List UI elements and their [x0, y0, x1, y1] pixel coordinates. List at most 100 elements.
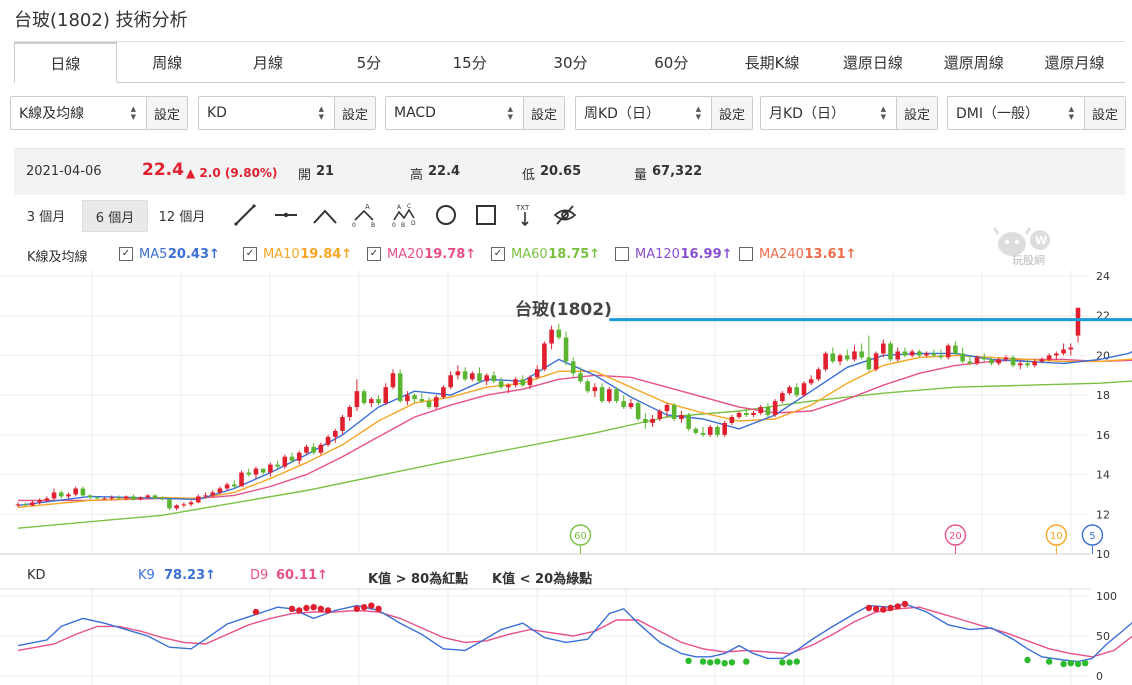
candle [924, 353, 929, 356]
candle [30, 502, 35, 506]
candle [390, 373, 396, 388]
line-tool-icon[interactable] [233, 203, 257, 227]
period-tabs: 日線 周線 月線 5分 15分 30分 60分 長期K線 還原日線 還原周線 還原月線 [14, 41, 1125, 83]
tab-6[interactable]: 60分 [621, 42, 722, 82]
d9-line [17, 606, 1132, 658]
indicator-select-3[interactable]: 周KD（日） ▲ ▼ 設定 [575, 96, 753, 130]
abcd-pattern-icon[interactable]: A C 0 B D [392, 203, 416, 227]
rectangle-tool-icon[interactable] [474, 203, 498, 227]
ma-checkbox[interactable]: ✓ [491, 247, 505, 261]
ma-marker-label: 60 [574, 531, 587, 542]
candle [578, 373, 583, 382]
oversold-dot [793, 658, 800, 665]
candle [801, 383, 807, 396]
candle [989, 359, 994, 364]
indicator-settings-button[interactable]: 設定 [334, 97, 375, 129]
indicator-select-4[interactable]: 月KD（日） ▲ ▼ 設定 [760, 96, 938, 130]
circle-tool-icon[interactable] [434, 203, 458, 227]
overbought-dot [901, 600, 909, 608]
candle [909, 351, 915, 356]
candle [369, 399, 374, 404]
tab-3[interactable]: 5分 [318, 42, 419, 82]
ma-checkbox[interactable]: ✓ [119, 247, 133, 261]
candle [282, 456, 288, 467]
range-button-2[interactable]: 12 個月 [150, 200, 214, 230]
candle [167, 499, 172, 509]
ma-legend-name: MA10 [263, 247, 300, 262]
low-value: 20.65 [540, 164, 582, 179]
candle [80, 488, 86, 496]
indicator-select-5[interactable]: DMI（一般） ▲ ▼ 設定 [947, 96, 1126, 130]
oversold-dot [699, 658, 707, 665]
tab-9[interactable]: 還原周線 [923, 42, 1024, 82]
tool-letter: A [365, 203, 370, 211]
ma-checkbox[interactable]: ✓ [243, 247, 257, 261]
angle-tool-icon[interactable] [313, 203, 337, 227]
indicator-select-1[interactable]: KD ▲ ▼ 設定 [198, 96, 376, 130]
candle [491, 375, 497, 382]
segment-tool-icon[interactable] [274, 203, 298, 227]
candle [996, 359, 1001, 364]
low-label: 低 [522, 168, 536, 183]
indicator-settings-button[interactable]: 設定 [711, 97, 752, 129]
text-tool-icon[interactable]: TXT [513, 203, 537, 227]
overbought-dot [324, 607, 332, 614]
tab-8[interactable]: 還原日線 [823, 42, 924, 82]
candle [657, 411, 663, 419]
ma-checkbox[interactable]: ✓ [367, 247, 381, 261]
candle [405, 395, 410, 402]
candle [859, 351, 864, 358]
candle [217, 488, 223, 493]
ma-legend-value: 19.84↑ [300, 247, 353, 262]
candle [1054, 353, 1059, 356]
candle [743, 413, 749, 415]
candle [902, 351, 908, 356]
ma-checkbox[interactable] [739, 247, 753, 261]
range-button-1[interactable]: 6 個月 [82, 200, 148, 232]
tab-5[interactable]: 30分 [520, 42, 621, 82]
candle [325, 436, 331, 445]
tab-7[interactable]: 長期K線 [722, 42, 823, 82]
overbought-dot [872, 605, 880, 612]
candle [1032, 361, 1038, 366]
oversold-dot [1074, 660, 1082, 668]
candle [412, 395, 417, 400]
indicator-settings-button[interactable]: 設定 [896, 97, 937, 129]
oversold-dot [714, 658, 721, 665]
kd-chart[interactable]: 0 50 100 [0, 588, 1132, 685]
candlestick-chart[interactable]: 1012141618202224台玻(1802)60 20 10 5 [0, 270, 1132, 560]
tab-10[interactable]: 還原月線 [1024, 42, 1125, 82]
indicator-select-2[interactable]: MACD ▲ ▼ 設定 [385, 96, 565, 130]
tab-1[interactable]: 周線 [117, 42, 218, 82]
ma-legend-label: K線及均線 [27, 250, 88, 265]
candle [542, 343, 547, 370]
candle [700, 432, 706, 435]
tool-letter: D [411, 220, 416, 227]
tool-letter: B [401, 222, 405, 227]
hide-drawings-icon[interactable] [553, 203, 577, 227]
range-button-0[interactable]: 3 個月 [14, 200, 78, 230]
ma60-line [17, 380, 1132, 529]
tab-4[interactable]: 15分 [419, 42, 520, 82]
candle [131, 496, 136, 500]
candle [549, 329, 554, 344]
indicator-select-0[interactable]: K線及均線 ▲ ▼ 設定 [10, 96, 188, 130]
candle [73, 488, 78, 495]
volume-value: 67,322 [652, 164, 703, 179]
tab-0[interactable]: 日線 [14, 42, 117, 83]
ma-legend-value: 20.43↑ [167, 247, 220, 262]
candle [888, 343, 893, 360]
indicator-settings-button[interactable]: 設定 [1084, 97, 1125, 129]
candle [66, 494, 71, 497]
ma-checkbox[interactable] [615, 247, 629, 261]
indicator-settings-button[interactable]: 設定 [523, 97, 564, 129]
abc-pattern-icon[interactable]: A 0 B [352, 203, 376, 227]
indicator-settings-button[interactable]: 設定 [146, 97, 187, 129]
candle [614, 389, 619, 402]
candle [376, 399, 381, 404]
tab-2[interactable]: 月線 [218, 42, 319, 82]
candle [109, 497, 115, 499]
ma-legend-name: MA120 [635, 247, 680, 262]
candle [707, 426, 713, 435]
watermark-text: 玩股網 [1012, 253, 1045, 266]
